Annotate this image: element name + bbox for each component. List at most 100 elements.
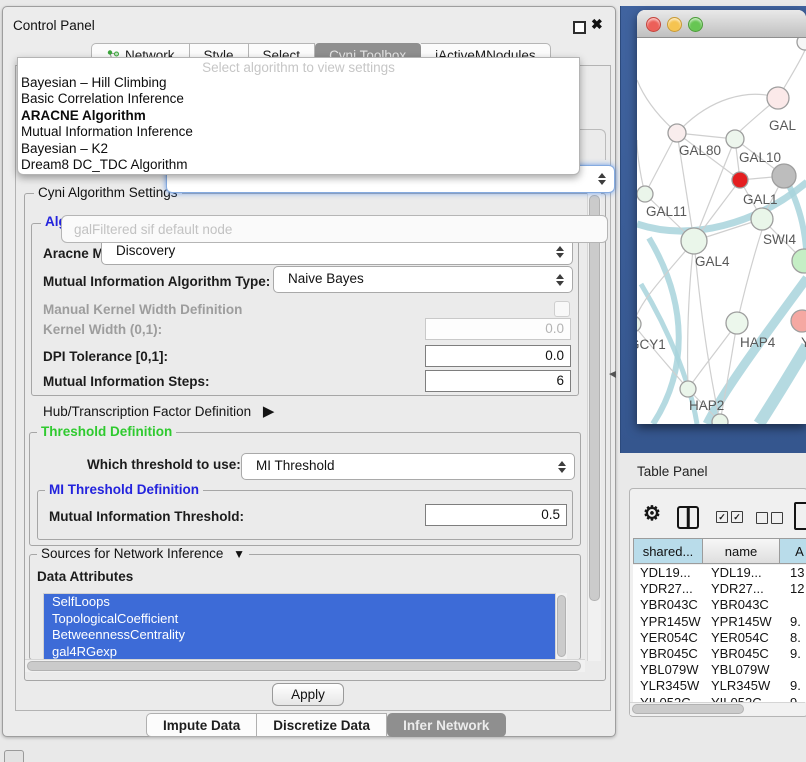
network-node[interactable] [726,312,748,334]
dropdown-item[interactable]: Bayesian – K2 [18,141,579,157]
float-window-icon[interactable] [573,21,586,34]
table-row[interactable]: YLR345WYLR345W9. [633,678,806,694]
network-node[interactable] [726,130,744,148]
data-attributes-list[interactable]: SelfLoopsTopologicalCoefficientBetweenne… [43,593,557,665]
which-threshold-label: Which threshold to use: [87,457,241,472]
mi-type-value: Naive Bayes [288,271,364,286]
screen: Control Panel ✖ NetworkStyleSelectCyni T… [0,0,806,762]
tab-discretize-data[interactable]: Discretize Data [257,713,387,737]
table-row[interactable]: YBL079WYBL079W [633,662,806,678]
table-row[interactable]: YBR045CYBR045C9. [633,646,806,662]
close-icon[interactable]: ✖ [591,16,603,33]
edge[interactable] [737,230,762,323]
table-row[interactable]: YDR27...YDR27...12 [633,581,806,597]
network-node[interactable] [767,87,789,109]
gear-icon[interactable]: ⚙ [643,504,661,524]
attribute-item[interactable]: TopologicalCoefficient [44,611,556,628]
attribute-item[interactable]: gal4RGexp [44,644,556,661]
network-node[interactable] [637,186,653,202]
mouse-cursor [609,371,616,378]
network-node[interactable] [792,249,806,273]
network-node[interactable] [680,381,696,397]
settings-horizontal-scrollbar[interactable] [25,659,585,672]
combo-arrows-icon [556,246,564,258]
network-canvas[interactable]: GALGAL80GAL10GAL11GAL1SWI4GAL4GCY1HAP4YH… [637,38,806,424]
network-node[interactable] [637,316,641,332]
manual-kernel-checkbox[interactable] [554,301,570,317]
network-view-window: GALGAL80GAL10GAL11GAL1SWI4GAL4GCY1HAP4YH… [637,10,806,424]
network-node[interactable] [681,228,707,254]
minimized-panel-icon[interactable] [4,750,24,762]
document-icon[interactable] [794,502,806,530]
table-horizontal-scrollbar[interactable] [630,702,805,715]
algorithm-dropdown-popup: Select algorithm to view settings Bayesi… [17,57,580,175]
tab-impute-data[interactable]: Impute Data [146,713,257,737]
network-node[interactable] [772,164,796,188]
network-selector-value: galFiltered sif default node [74,222,232,237]
node-label: GAL10 [739,150,781,165]
checkbox-unchecked-icon[interactable] [771,512,783,524]
network-selector-combobox[interactable]: galFiltered sif default node [61,215,608,243]
minimize-traffic-light-icon[interactable] [667,17,682,32]
tab-infer-network[interactable]: Infer Network [387,713,506,737]
table-row[interactable]: YER054CYER054C8. [633,630,806,646]
mi-type-label: Mutual Information Algorithm Type: [43,274,270,289]
attribute-item[interactable]: SelfLoops [44,594,556,611]
edge[interactable] [637,80,677,133]
attribute-item[interactable]: BetweennessCentrality [44,627,556,644]
table-row[interactable]: YIL052CYIL052C9 [633,695,806,703]
collapse-triangle-icon[interactable]: ▼ [233,547,245,561]
columns-icon[interactable] [677,506,699,529]
mi-threshold-field[interactable]: 0.5 [425,504,567,526]
dropdown-item[interactable]: Mutual Information Inference [18,124,579,140]
edge[interactable] [645,133,677,194]
which-threshold-value: MI Threshold [256,458,335,473]
network-window-titlebar[interactable] [637,10,806,38]
mi-steps-field[interactable]: 6 [425,370,571,392]
dropdown-item[interactable]: Dream8 DC_TDC Algorithm [18,157,579,173]
dpi-tolerance-field[interactable]: 0.0 [425,345,571,367]
network-node[interactable] [751,208,773,230]
table-row[interactable]: YBR043CYBR043C [633,597,806,613]
table-row[interactable]: YDL19...YDL19...13 [633,565,806,581]
which-threshold-combobox[interactable]: MI Threshold [241,453,575,480]
close-traffic-light-icon[interactable] [646,17,661,32]
table-header-row: shared...nameA [633,538,806,564]
edge[interactable] [688,241,694,389]
checkbox-checked-icon[interactable]: ✓ [731,511,743,523]
hub-definition-label[interactable]: Hub/Transcription Factor Definition ▶ [43,402,274,420]
dropdown-item[interactable]: Basic Correlation Inference [18,91,579,107]
node-label: GAL1 [743,192,778,207]
network-node[interactable] [712,414,728,424]
column-header[interactable]: name [703,538,780,564]
list-scrollbar[interactable] [555,593,567,663]
dropdown-item[interactable]: ARACNE Algorithm [18,108,579,124]
network-node[interactable] [732,172,748,188]
bottom-tab-strip: Impute DataDiscretize DataInfer Network [146,713,506,737]
node-label: HAP2 [689,398,724,413]
edge-highlighted[interactable] [759,346,806,424]
table-row[interactable]: YPR145WYPR145W9. [633,614,806,630]
checkbox-unchecked-icon[interactable] [756,512,768,524]
dropdown-item[interactable]: Bayesian – Hill Climbing [18,75,579,91]
network-node[interactable] [797,38,806,50]
mi-type-combobox[interactable]: Naive Bayes [273,266,573,293]
settings-vertical-scrollbar[interactable] [587,191,601,661]
edge[interactable] [677,94,778,133]
network-node[interactable] [668,124,686,142]
table-rows: YDL19...YDL19...13YDR27...YDR27...12YBR0… [633,565,806,702]
column-header[interactable]: shared... [633,538,703,564]
data-attributes-label: Data Attributes [37,569,133,584]
node-label: GAL80 [679,143,721,158]
checkbox-checked-icon[interactable]: ✓ [716,511,728,523]
network-node[interactable] [791,310,806,332]
node-label: GAL [769,118,797,133]
node-label: GCY1 [637,337,666,352]
expand-triangle-icon[interactable]: ▶ [263,403,275,420]
zoom-traffic-light-icon[interactable] [688,17,703,32]
edge[interactable] [637,241,694,324]
window-title: Control Panel [13,18,95,33]
kernel-width-field[interactable]: 0.0 [425,318,571,340]
column-header[interactable]: A [780,538,806,564]
apply-button[interactable]: Apply [272,683,344,706]
